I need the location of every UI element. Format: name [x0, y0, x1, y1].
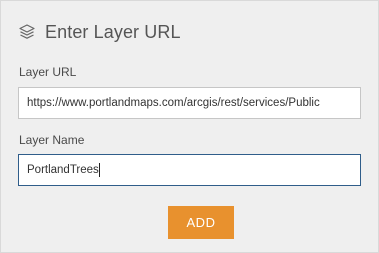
layer-url-value: https://www.portlandmaps.com/arcgis/rest… [27, 97, 320, 109]
layer-name-input[interactable]: PortlandTrees [18, 154, 361, 186]
layer-name-value: PortlandTrees [27, 164, 99, 176]
add-button[interactable]: ADD [168, 206, 234, 239]
layer-url-input[interactable]: https://www.portlandmaps.com/arcgis/rest… [18, 87, 361, 119]
layer-name-label: Layer Name [19, 133, 85, 147]
layer-url-label: Layer URL [19, 65, 77, 79]
enter-layer-url-panel: Enter Layer URL Layer URL https://www.po… [0, 0, 379, 253]
layers-icon [18, 23, 36, 41]
panel-title: Enter Layer URL [45, 21, 181, 42]
text-caret [98, 162, 100, 177]
panel-header: Enter Layer URL [18, 19, 181, 45]
